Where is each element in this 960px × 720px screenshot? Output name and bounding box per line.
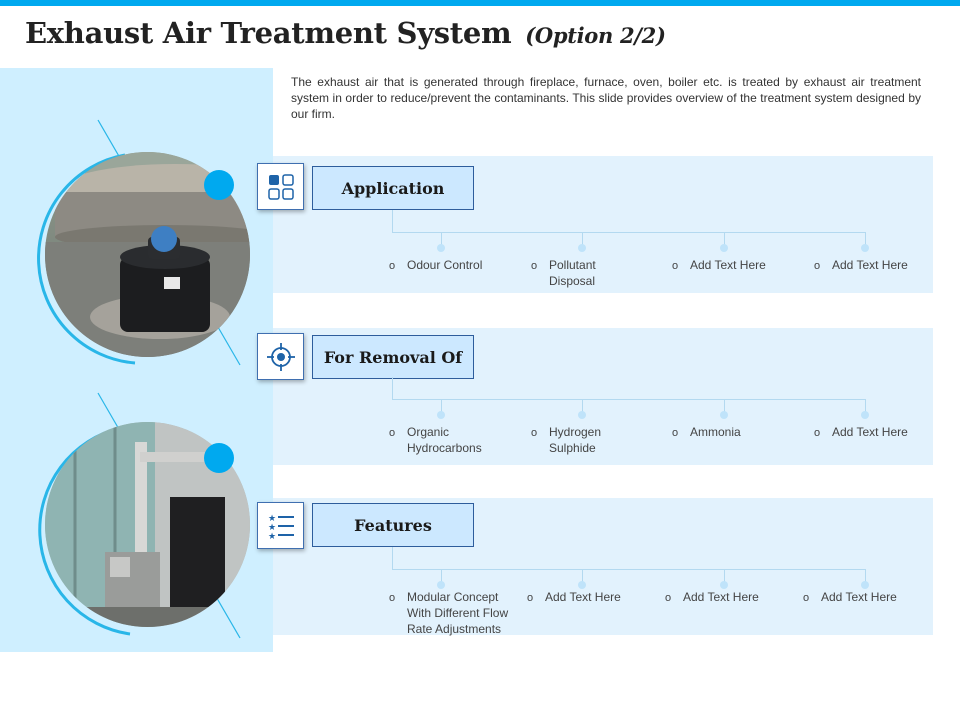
removal-item-1: o Organic Hydrocarbons bbox=[389, 425, 482, 455]
features-item-2: o Add Text Here bbox=[527, 590, 621, 604]
intro-paragraph: The exhaust air that is generated throug… bbox=[291, 75, 921, 121]
removal-item-3: o Ammonia bbox=[672, 425, 741, 439]
application-icon-box bbox=[257, 163, 304, 210]
application-item-1: o Odour Control bbox=[389, 258, 483, 272]
application-item-2: o Pollutant Disposal bbox=[531, 258, 596, 288]
features-item-1: o Modular Concept With Different Flow Rat… bbox=[389, 590, 509, 636]
blue-dot-bottom bbox=[204, 443, 234, 473]
title-main: Exhaust Air Treatment System bbox=[25, 16, 512, 50]
features-icon-box: ★ ★ ★ bbox=[257, 502, 304, 549]
heading-removal-of: For Removal Of bbox=[312, 335, 474, 379]
features-item-4: o Add Text Here bbox=[803, 590, 897, 604]
svg-text:★: ★ bbox=[268, 532, 276, 541]
heading-features: Features bbox=[312, 503, 474, 547]
target-crosshair-icon bbox=[266, 342, 295, 371]
connector-tree-features bbox=[392, 547, 872, 589]
heading-application: Application bbox=[312, 166, 474, 210]
blue-dot-top bbox=[204, 170, 234, 200]
removal-item-2: o Hydrogen Sulphide bbox=[531, 425, 602, 455]
features-item-3: o Add Text Here bbox=[665, 590, 759, 604]
application-item-3: o Add Text Here bbox=[672, 258, 766, 272]
connector-tree-removal bbox=[392, 377, 872, 419]
title-subtitle: (Option 2/2) bbox=[525, 23, 666, 48]
connector-tree-application bbox=[392, 210, 872, 252]
removal-item-4: o Add Text Here bbox=[814, 425, 908, 439]
top-accent-bar bbox=[0, 0, 960, 6]
application-item-4: o Add Text Here bbox=[814, 258, 908, 272]
removal-icon-box bbox=[257, 333, 304, 380]
star-list-icon: ★ ★ ★ bbox=[268, 514, 294, 541]
grid-squares-icon bbox=[267, 173, 294, 200]
page-title: Exhaust Air Treatment System (Option 2/2… bbox=[25, 16, 666, 50]
